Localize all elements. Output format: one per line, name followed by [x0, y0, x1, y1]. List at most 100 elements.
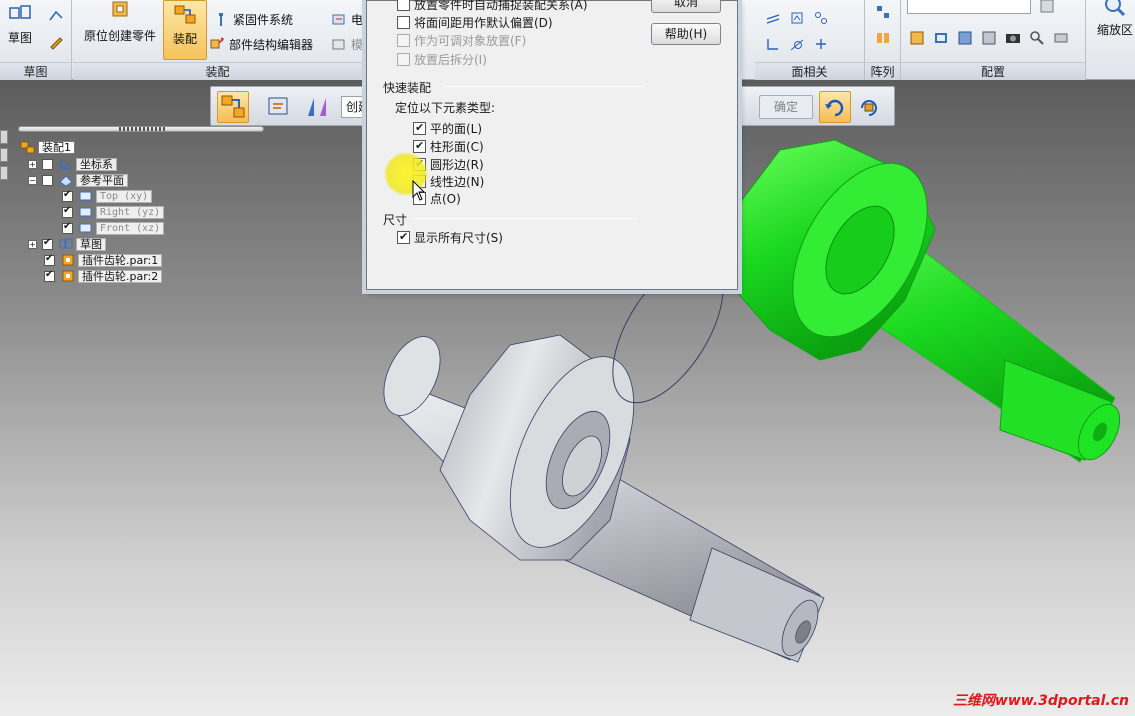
coordinate-system-icon: [60, 159, 71, 170]
collapse-toggle[interactable]: −: [28, 175, 37, 185]
assemble-step-icon: [221, 95, 245, 118]
camera-icon[interactable]: [1005, 30, 1021, 46]
zoom-icon: [1105, 0, 1126, 17]
watermark: 三维网www.3dportal.cn: [952, 693, 1129, 709]
visibility-checkbox[interactable]: [42, 158, 53, 170]
checkbox[interactable]: [413, 139, 426, 153]
plane-icon: [79, 191, 92, 201]
ribbon-group-label-sketch: 草图: [0, 62, 71, 80]
mouse-cursor-icon: [412, 180, 426, 201]
sketch-tool-icon[interactable]: [48, 8, 64, 24]
config-tool-7-icon[interactable]: [1053, 30, 1069, 46]
zoom-area-button[interactable]: 缩放区: [1090, 0, 1135, 38]
visibility-checkbox[interactable]: [62, 189, 73, 202]
bolt-icon: [219, 12, 223, 26]
element-cylindrical-face[interactable]: 柱形面(C): [413, 138, 484, 155]
checkbox[interactable]: [397, 230, 410, 244]
assemble-options-dialog: 放置零件时自动捕捉装配关系(A) 将面间距用作默认偏置(D) 作为可调对象放置(…: [366, 0, 738, 290]
sketch-icon: [9, 5, 31, 19]
option-adjustable: 作为可调对象放置(F): [397, 32, 526, 49]
config-tool-1-icon[interactable]: [909, 30, 925, 46]
tree-item-part-2[interactable]: 插件齿轮.par:2: [44, 269, 163, 283]
option-face-distance-offset[interactable]: 将面间距用作默认偏置(D): [397, 14, 553, 31]
checkbox[interactable]: [413, 121, 426, 135]
tree-item-coordinate-system[interactable]: + 坐标系: [28, 157, 117, 171]
checkbox[interactable]: [397, 0, 410, 11]
rotate-button[interactable]: [819, 91, 851, 123]
ribbon-group-assembly: 原位创建零件 装配 紧固件系统 部件结构编辑器 电 模 装配: [73, 0, 363, 80]
tree-item-plane-top[interactable]: Top (xy): [62, 189, 153, 203]
visibility-checkbox[interactable]: [42, 237, 53, 250]
expand-toggle[interactable]: +: [28, 239, 37, 249]
lock-icon: [861, 100, 877, 116]
tangent-icon[interactable]: [789, 36, 805, 52]
option-auto-capture[interactable]: 放置零件时自动捕捉装配关系(A): [397, 0, 588, 13]
assembly-pathfinder: 装配1 + 坐标系 − 参考平面 Top (xy) Right (yz) Fro…: [0, 130, 270, 290]
options-button[interactable]: [263, 91, 295, 123]
tree-item-sketch[interactable]: + 草图: [28, 237, 106, 251]
checkbox[interactable]: [397, 16, 410, 29]
options-icon: [268, 97, 288, 115]
fastener-system-button[interactable]: 紧固件系统: [213, 11, 293, 28]
sketch-button[interactable]: 草图: [4, 2, 36, 46]
plus-icon[interactable]: [813, 36, 829, 52]
ribbon-group-label-pattern: 阵列: [865, 62, 900, 80]
pencil-icon[interactable]: [48, 34, 64, 50]
configuration-dropdown[interactable]: [907, 0, 1031, 14]
assemble-button[interactable]: 装配: [163, 0, 207, 60]
ribbon-group-label-configure: 配置: [901, 62, 1085, 80]
mirror-pattern-icon[interactable]: [875, 30, 891, 46]
show-all-dimensions[interactable]: 显示所有尺寸(S): [397, 229, 503, 246]
element-planar-face[interactable]: 平的面(L): [413, 120, 482, 137]
visibility-checkbox[interactable]: [42, 174, 53, 186]
pattern-icon[interactable]: [875, 4, 891, 20]
ribbon-group-label-assembly: 装配: [73, 62, 362, 80]
expand-toggle[interactable]: +: [28, 159, 37, 169]
visibility-checkbox[interactable]: [62, 221, 73, 234]
angle-icon[interactable]: [765, 36, 781, 52]
visibility-checkbox[interactable]: [44, 253, 55, 266]
divider: [413, 218, 637, 219]
ribbon-group-pattern: 阵列: [865, 0, 901, 80]
electrical-button[interactable]: 电: [331, 11, 363, 28]
ribbon-group-face-related: 面相关: [755, 0, 865, 80]
lock-rotate-button[interactable]: [853, 91, 885, 123]
ribbon-group-configure: 配置: [901, 0, 1086, 80]
config-tool-4-icon[interactable]: [981, 30, 997, 46]
tree-item-reference-planes[interactable]: − 参考平面: [28, 173, 128, 187]
tree-item-plane-front[interactable]: Front (xz): [62, 221, 165, 235]
part-icon: [62, 270, 74, 282]
structure-editor-button[interactable]: 部件结构编辑器: [209, 36, 313, 53]
config-save-icon[interactable]: [1039, 0, 1055, 14]
option-split-after-place: 放置后拆分(I): [397, 51, 487, 68]
create-in-place-button[interactable]: 原位创建零件: [79, 0, 161, 44]
assemble-icon: [174, 5, 196, 24]
gear-part-2[interactable]: [734, 139, 1128, 466]
plane-icon: [79, 207, 92, 217]
mold-button[interactable]: 模: [331, 36, 363, 53]
sketch-icon: [59, 238, 73, 249]
tree-item-plane-right[interactable]: Right (yz): [62, 205, 165, 219]
assemble-step-button[interactable]: [217, 91, 249, 123]
config-tool-2-icon[interactable]: [933, 30, 949, 46]
circles-icon[interactable]: [813, 10, 829, 26]
help-button[interactable]: 帮助(H): [651, 23, 721, 45]
config-tool-3-icon[interactable]: [957, 30, 973, 46]
cancel-button[interactable]: 取消: [651, 0, 721, 13]
visibility-checkbox[interactable]: [62, 205, 73, 218]
ribbon-group-label-face-related: 面相关: [755, 62, 864, 80]
ribbon-group-sketch: 草图 草图: [0, 0, 72, 80]
face-box-icon[interactable]: [789, 10, 805, 26]
relation-type-button[interactable]: [301, 91, 333, 123]
parallel-lines-icon[interactable]: [765, 10, 781, 26]
tree-root[interactable]: 装配1: [20, 140, 75, 154]
confirm-button[interactable]: 确定: [759, 95, 813, 119]
relation-type-icon: [308, 98, 326, 116]
gear-part-1[interactable]: [372, 328, 825, 663]
plane-icon: [79, 223, 92, 233]
visibility-checkbox[interactable]: [44, 269, 55, 282]
search-icon[interactable]: [1029, 30, 1045, 46]
assembly-icon: [20, 141, 35, 154]
rotate-icon: [825, 99, 844, 117]
tree-item-part-1[interactable]: 插件齿轮.par:1: [44, 253, 163, 267]
